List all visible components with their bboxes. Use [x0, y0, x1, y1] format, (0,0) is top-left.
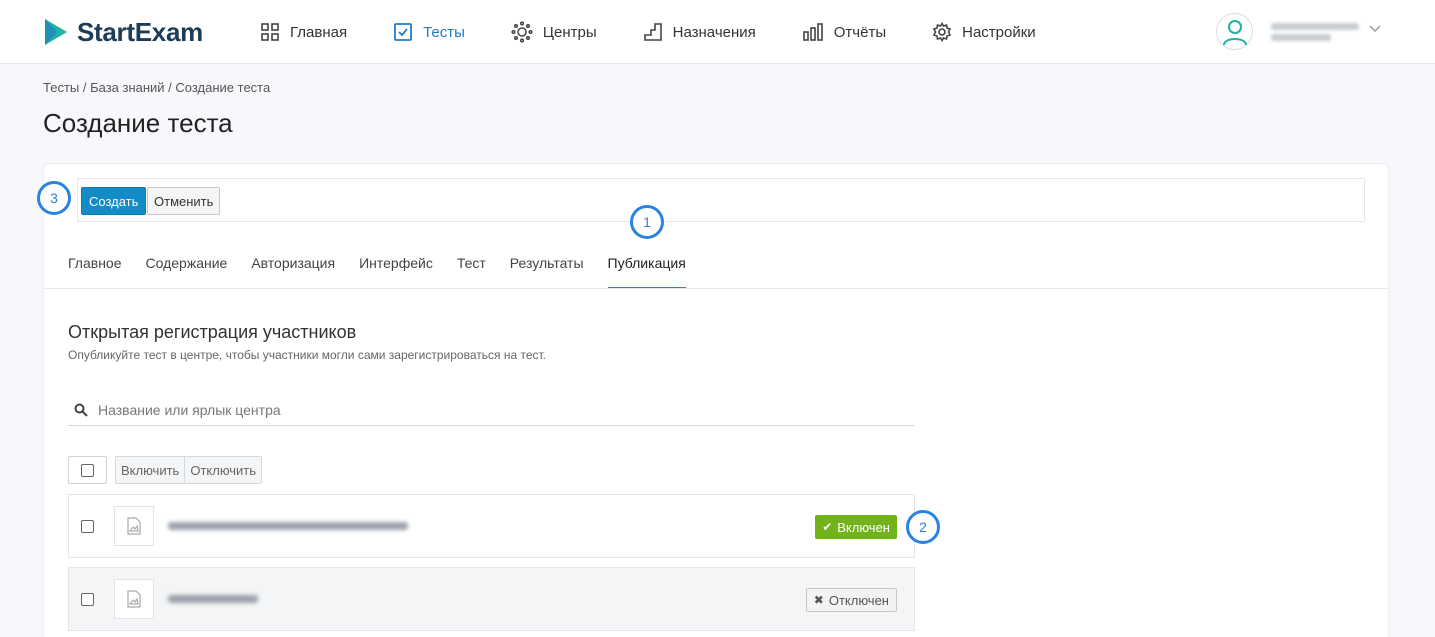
status-label: Отключен: [828, 592, 889, 608]
tab-test[interactable]: Тест: [457, 248, 486, 289]
status-enabled-toggle[interactable]: ✔ Включен: [815, 515, 897, 539]
nav-item-assignments[interactable]: Назначения: [643, 0, 756, 64]
tab-general[interactable]: Главное: [68, 248, 122, 289]
disable-all-button[interactable]: Отключить: [184, 457, 262, 483]
status-label: Включен: [837, 519, 890, 535]
gear-icon: [932, 22, 952, 42]
bulk-actions: Включить Отключить: [68, 456, 263, 484]
nav-item-home[interactable]: Главная: [260, 0, 347, 64]
checkmark-icon: ✔: [822, 520, 833, 534]
chevron-down-icon[interactable]: [1368, 24, 1382, 34]
center-name-redacted: [168, 595, 258, 603]
center-row: ✔ Включен: [68, 494, 915, 558]
center-search[interactable]: [68, 394, 915, 426]
stairs-icon: [643, 23, 662, 41]
tab-authorization[interactable]: Авторизация: [251, 248, 335, 289]
image-placeholder-icon: [127, 517, 141, 535]
nav-label: Настройки: [962, 23, 1036, 41]
image-placeholder-icon: [127, 590, 141, 608]
annotation-marker-1: 1: [630, 205, 664, 239]
nav-label: Центры: [542, 23, 597, 41]
breadcrumb[interactable]: Тесты / База знаний / Создание теста: [43, 80, 270, 95]
tab-content[interactable]: Содержание: [146, 248, 228, 289]
brand-name: StartExam: [77, 16, 203, 47]
tab-publication[interactable]: Публикация: [607, 248, 686, 289]
form-toolbar: Создать Отменить: [77, 178, 1365, 222]
create-button[interactable]: Создать: [81, 187, 147, 215]
test-form-card: Создать Отменить Главное Содержание Авто…: [43, 163, 1389, 637]
user-menu[interactable]: [1216, 13, 1363, 50]
annotation-marker-2: 2: [906, 510, 940, 544]
center-name-redacted: [168, 522, 408, 530]
checkbox[interactable]: [81, 463, 94, 477]
status-disabled-toggle[interactable]: ✖ Отключен: [805, 588, 897, 612]
search-icon: [74, 403, 88, 417]
checkbox-icon: [394, 23, 412, 41]
sun-icon: [511, 21, 533, 43]
tab-interface[interactable]: Интерфейс: [359, 248, 433, 289]
enable-all-button[interactable]: Включить: [116, 457, 185, 483]
nav-label: Отчёты: [833, 23, 887, 41]
tabs-divider: [44, 288, 1388, 289]
startexam-logo[interactable]: StartExam: [43, 16, 203, 48]
grid-icon: [261, 23, 279, 41]
center-row: ✖ Отключен: [68, 567, 915, 631]
top-navigation-bar: StartExam Главная Тесты Центры Назначени…: [0, 0, 1435, 64]
nav-item-reports[interactable]: Отчёты: [802, 0, 886, 64]
nav-label: Назначения: [672, 23, 756, 41]
select-all-checkbox[interactable]: [68, 456, 107, 484]
row-checkbox[interactable]: [81, 519, 94, 533]
bar-chart-icon: [802, 23, 823, 41]
section-description: Опубликуйте тест в центре, чтобы участни…: [68, 348, 547, 362]
nav-label: Главная: [290, 23, 348, 41]
nav-item-centers[interactable]: Центры: [511, 0, 597, 64]
form-tabs: Главное Содержание Авторизация Интерфейс…: [68, 248, 710, 289]
x-icon: ✖: [813, 593, 824, 607]
user-icon: [1222, 19, 1247, 45]
section-title: Открытая регистрация участников: [68, 322, 357, 342]
cancel-button[interactable]: Отменить: [147, 187, 221, 215]
bulk-button-group: Включить Отключить: [115, 456, 263, 484]
logo-icon: [45, 19, 67, 45]
nav-item-settings[interactable]: Настройки: [932, 0, 1036, 64]
main-nav: Главная Тесты Центры Назначения Отчёты Н…: [260, 0, 1082, 64]
tab-results[interactable]: Результаты: [510, 248, 584, 289]
center-thumbnail: [114, 579, 154, 619]
nav-label: Тесты: [423, 23, 465, 41]
nav-item-tests[interactable]: Тесты: [393, 0, 465, 64]
annotation-marker-3: 3: [37, 181, 71, 215]
row-checkbox[interactable]: [81, 592, 94, 606]
center-thumbnail: [114, 506, 154, 546]
avatar[interactable]: [1216, 13, 1253, 50]
user-name-redacted: [1271, 19, 1363, 45]
page-title: Создание теста: [43, 108, 233, 138]
search-input[interactable]: [98, 401, 858, 418]
